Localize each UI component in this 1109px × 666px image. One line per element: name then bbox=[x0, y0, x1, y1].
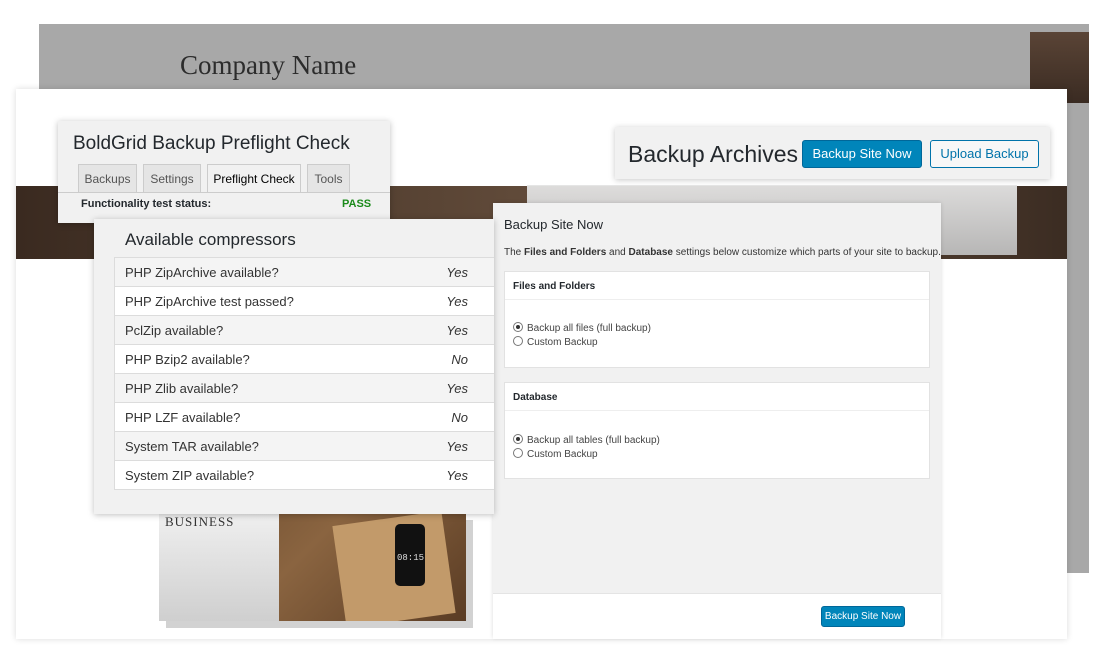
preflight-panel: BoldGrid Backup Preflight Check Backups … bbox=[58, 121, 390, 223]
table-row: System TAR available? Yes bbox=[114, 432, 494, 461]
backup-site-now-description: The Files and Folders and Database setti… bbox=[504, 247, 941, 258]
backup-site-now-button[interactable]: Backup Site Now bbox=[802, 140, 922, 168]
compressors-title: Available compressors bbox=[125, 230, 296, 249]
database-box: Database Backup all tables (full backup)… bbox=[504, 382, 930, 479]
table-row: PHP LZF available? No bbox=[114, 403, 494, 432]
radio-label: Backup all tables (full backup) bbox=[527, 435, 660, 446]
upload-backup-button[interactable]: Upload Backup bbox=[930, 140, 1039, 168]
backup-site-now-footer: Backup Site Now bbox=[493, 593, 941, 639]
table-row: PHP Zlib available? Yes bbox=[114, 374, 494, 403]
table-row: PHP ZipArchive test passed? Yes bbox=[114, 287, 494, 316]
compressor-value: No bbox=[451, 352, 468, 367]
radio-label: Custom Backup bbox=[527, 449, 598, 460]
compressor-value: Yes bbox=[446, 294, 468, 309]
compressors-table: PHP ZipArchive available? Yes PHP ZipArch… bbox=[114, 257, 494, 490]
tab-tools[interactable]: Tools bbox=[307, 164, 350, 192]
table-row: PclZip available? Yes bbox=[114, 316, 494, 345]
radio-full-tables[interactable]: Backup all tables (full backup) bbox=[513, 434, 660, 446]
tabs-divider bbox=[58, 192, 390, 193]
radio-unselected-icon[interactable] bbox=[513, 448, 523, 458]
table-row: PHP ZipArchive available? Yes bbox=[114, 258, 494, 287]
tab-preflight-check[interactable]: Preflight Check bbox=[207, 164, 301, 193]
notebook-prop bbox=[332, 510, 456, 621]
compressor-value: No bbox=[451, 410, 468, 425]
backup-archives-title: Backup Archives bbox=[628, 141, 799, 167]
tab-backups[interactable]: Backups bbox=[78, 164, 137, 192]
desc-db-bold: Database bbox=[628, 247, 673, 258]
backup-archives-header: Backup Archives Backup Site Now Upload B… bbox=[615, 127, 1050, 179]
tab-settings[interactable]: Settings bbox=[143, 164, 201, 192]
radio-unselected-icon[interactable] bbox=[513, 336, 523, 346]
company-name: Company Name bbox=[180, 50, 357, 80]
radio-selected-icon[interactable] bbox=[513, 434, 523, 444]
preflight-title: BoldGrid Backup Preflight Check bbox=[73, 133, 350, 154]
available-compressors-panel: Available compressors PHP ZipArchive ava… bbox=[94, 219, 494, 514]
compressor-value: Yes bbox=[446, 381, 468, 396]
radio-label: Custom Backup bbox=[527, 337, 598, 348]
compressor-value: Yes bbox=[446, 439, 468, 454]
compressor-value: Yes bbox=[446, 468, 468, 483]
compressor-name: PclZip available? bbox=[125, 323, 224, 338]
radio-custom-files[interactable]: Custom Backup bbox=[513, 336, 598, 348]
radio-selected-icon[interactable] bbox=[513, 322, 523, 332]
compressor-name: System TAR available? bbox=[125, 439, 259, 454]
table-row: PHP Bzip2 available? No bbox=[114, 345, 494, 374]
compressor-name: System ZIP available? bbox=[125, 468, 255, 483]
desk-photo: BUSINESS 08:15 bbox=[159, 510, 466, 621]
files-folders-box: Files and Folders Backup all files (full… bbox=[504, 271, 930, 368]
files-folders-heading: Files and Folders bbox=[505, 272, 929, 300]
table-row: System ZIP available? Yes bbox=[114, 461, 494, 490]
radio-custom-tables[interactable]: Custom Backup bbox=[513, 448, 598, 460]
backup-site-now-panel: Backup Site Now The Files and Folders an… bbox=[493, 203, 941, 639]
desc-files-bold: Files and Folders bbox=[524, 247, 607, 258]
desc-text: settings below customize which parts of … bbox=[672, 247, 941, 258]
compressor-value: Yes bbox=[446, 265, 468, 280]
compressor-value: Yes bbox=[446, 323, 468, 338]
compressor-name: PHP Zlib available? bbox=[125, 381, 239, 396]
functionality-status-value: PASS bbox=[342, 198, 372, 210]
backup-site-now-submit-button[interactable]: Backup Site Now bbox=[821, 606, 905, 627]
compressor-name: PHP Bzip2 available? bbox=[125, 352, 250, 367]
desc-text: The bbox=[504, 247, 525, 258]
radio-full-files[interactable]: Backup all files (full backup) bbox=[513, 322, 651, 334]
database-heading: Database bbox=[505, 383, 929, 411]
phone-clock: 08:15 bbox=[397, 553, 425, 563]
compressor-name: PHP ZipArchive test passed? bbox=[125, 294, 294, 309]
compressor-name: PHP ZipArchive available? bbox=[125, 265, 279, 280]
radio-label: Backup all files (full backup) bbox=[527, 323, 651, 334]
functionality-status-label: Functionality test status: bbox=[81, 198, 212, 210]
compressor-name: PHP LZF available? bbox=[125, 410, 241, 425]
newspaper-prop: BUSINESS bbox=[159, 510, 279, 621]
desc-text: and bbox=[606, 247, 629, 258]
newspaper-headline: BUSINESS bbox=[165, 514, 235, 529]
backup-site-now-title: Backup Site Now bbox=[504, 217, 603, 232]
